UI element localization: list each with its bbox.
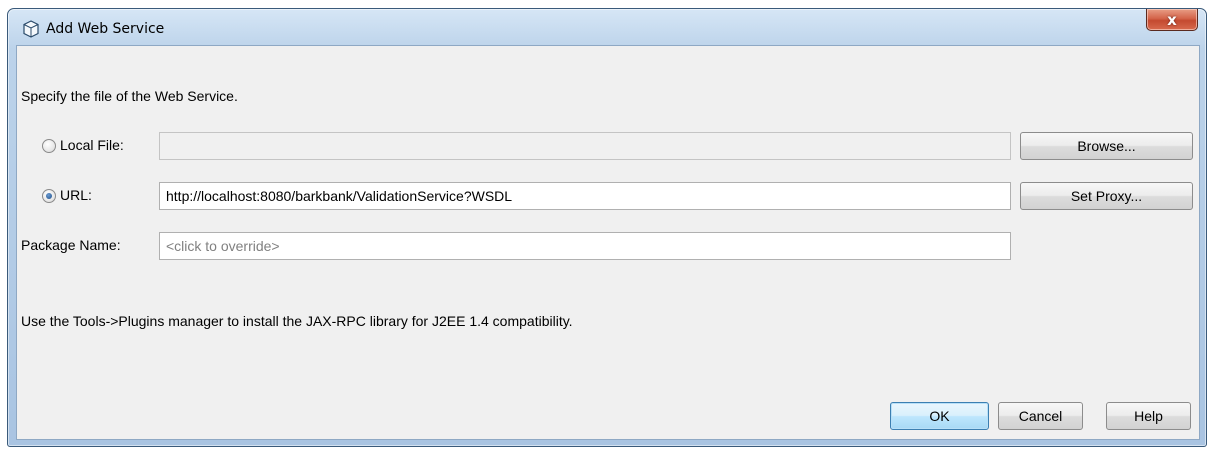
instructions-text: Specify the file of the Web Service. bbox=[21, 88, 238, 104]
title-bar[interactable]: Add Web Service x bbox=[8, 9, 1206, 45]
package-name-placeholder: <click to override> bbox=[166, 238, 280, 254]
close-icon: x bbox=[1167, 10, 1177, 29]
local-file-radio[interactable] bbox=[42, 139, 56, 153]
local-file-field[interactable] bbox=[159, 132, 1011, 160]
netbeans-cube-icon bbox=[23, 20, 39, 38]
info-text: Use the Tools->Plugins manager to instal… bbox=[21, 313, 573, 329]
url-field[interactable]: http://localhost:8080/barkbank/Validatio… bbox=[159, 182, 1011, 210]
add-web-service-dialog: Add Web Service x Specify the file of th… bbox=[7, 8, 1207, 447]
dialog-content: Specify the file of the Web Service. Loc… bbox=[16, 45, 1200, 440]
local-file-label: Local File: bbox=[60, 137, 124, 153]
close-button[interactable]: x bbox=[1146, 9, 1198, 31]
help-button[interactable]: Help bbox=[1106, 402, 1191, 430]
cancel-button[interactable]: Cancel bbox=[998, 402, 1083, 430]
ok-button[interactable]: OK bbox=[890, 402, 989, 430]
set-proxy-button[interactable]: Set Proxy... bbox=[1020, 182, 1193, 210]
url-label: URL: bbox=[60, 187, 92, 203]
url-radio[interactable] bbox=[42, 189, 56, 203]
package-name-field[interactable]: <click to override> bbox=[159, 232, 1011, 260]
package-name-label: Package Name: bbox=[21, 237, 121, 253]
browse-button[interactable]: Browse... bbox=[1020, 132, 1193, 160]
window-title: Add Web Service bbox=[46, 21, 165, 37]
